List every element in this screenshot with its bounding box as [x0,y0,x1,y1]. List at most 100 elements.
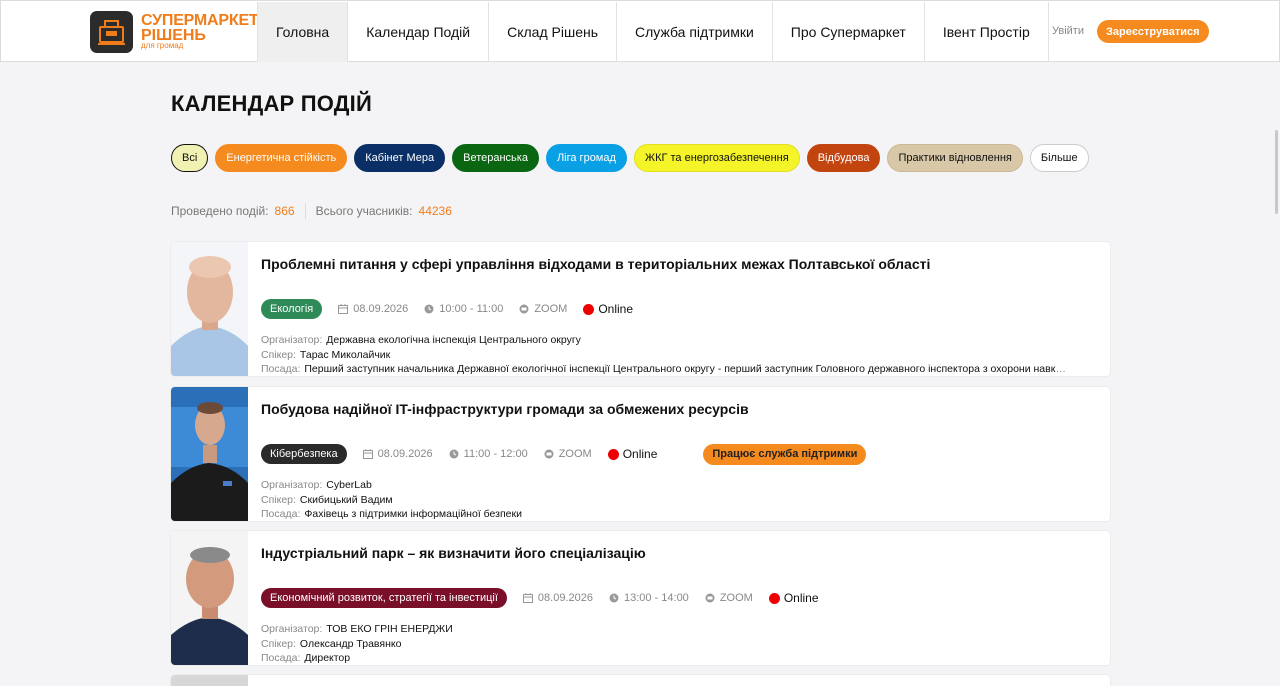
event-date-text: 08.09.2026 [537,592,593,604]
calendar-icon [362,449,373,459]
online-status-icon [768,592,780,604]
participants-count-value: 44236 [418,204,452,218]
event-platform: ZOOM [544,448,592,460]
position-value: Перший заступник начальника Державної ек… [304,363,1071,375]
speaker-label: Спікер: [261,637,296,650]
video-icon [705,593,715,603]
event-mode-text: Online [622,447,658,461]
speaker-value: Тарас Миколайчик [299,348,391,361]
position-value: Фахівець з підтримки інформаційної безпе… [304,508,522,520]
event-meta: Екологія 08.09.2026 10:00 - 11:00 ZOOM O… [261,299,633,319]
event-date-text: 08.09.2026 [353,303,409,315]
organizer-value: CyberLab [326,479,372,491]
event-date-text: 08.09.2026 [377,448,433,460]
event-details: Організатор: CyberLab Спікер: Скибицький В… [261,478,1071,521]
site-logo[interactable]: СУПЕРМАРКЕТ РІШЕНЬ для громад [90,10,260,54]
nav-item-events-calendar[interactable]: Календар Подій [347,2,488,62]
filter-chip-league[interactable]: Ліга громад [545,144,627,172]
speaker-photo [171,387,248,521]
main-nav: Головна Календар Подій Склад Рішень Служ… [257,2,1049,62]
event-mode-text: Online [783,591,819,605]
event-platform-text: ZOOM [534,303,568,315]
event-card[interactable]: Індустріальний парк – як визначити його … [171,531,1110,665]
event-details: Організатор: ТОВ ЕКО ГРІН ЕНЕРДЖИ Спікер:… [261,622,1071,665]
speaker-value: Олександр Травянко [299,637,402,650]
login-link[interactable]: Увійти [1052,25,1084,37]
event-category-tag[interactable]: Екологія [261,299,323,319]
page-scrollbar[interactable] [1273,62,1280,686]
events-count-label: Проведено подій: [171,204,269,218]
event-time: 13:00 - 14:00 [609,592,689,604]
events-count-value: 866 [274,204,295,218]
event-platform: ZOOM [705,592,753,604]
site-header: СУПЕРМАРКЕТ РІШЕНЬ для громад Головна Ка… [0,0,1280,62]
nav-item-event-space[interactable]: Івент Простір [923,2,1049,62]
speaker-label: Спікер: [261,348,296,361]
organizer-value: Державна екологічна інспекція Центрально… [326,334,581,346]
support-badge[interactable]: Працює служба підтримки [703,443,867,465]
filter-chip-veteran[interactable]: Ветеранська [452,144,539,172]
filter-chip-all[interactable]: Всі [171,144,209,172]
organizer-value: ТОВ ЕКО ГРІН ЕНЕРДЖИ [326,623,453,635]
event-time-text: 11:00 - 12:00 [463,448,528,460]
clock-icon [424,304,434,314]
filter-chip-energy[interactable]: Енергетична стійкість [215,144,348,172]
event-meta: Економічний розвиток, стратегії та інвес… [261,588,819,608]
event-time-text: 10:00 - 11:00 [439,303,504,315]
filter-chip-utilities[interactable]: ЖКГ та енергозабезпечення [633,144,800,172]
event-platform: ZOOM [519,303,567,315]
filter-chip-rebuild[interactable]: Відбудова [806,144,881,172]
event-details: Організатор: Державна екологічна інспекці… [261,333,1071,376]
event-mode-text: Online [598,302,633,316]
scrollbar-thumb[interactable] [1275,130,1278,214]
event-mode: Online [583,302,633,316]
video-icon [519,304,529,314]
event-category-tag[interactable]: Економічний розвиток, стратегії та інвес… [261,588,507,608]
filter-chip-more[interactable]: Більше [1029,144,1089,172]
event-card-partial[interactable] [171,675,1110,686]
register-button[interactable]: Зареєструватися [1097,20,1209,43]
cart-logo-icon [90,11,133,53]
event-title[interactable]: Проблемні питання у сфері управління від… [261,256,930,272]
event-category-tag[interactable]: Кібербезпека [261,444,347,464]
clock-icon [449,449,459,459]
position-label: Посада: [261,508,301,520]
event-card[interactable]: Побудова надійної IT-інфраструктури гром… [171,387,1110,521]
event-mode: Online [768,591,819,605]
speaker-photo [171,531,248,665]
online-status-icon [607,448,619,460]
nav-item-solutions[interactable]: Склад Рішень [488,2,616,62]
event-time: 11:00 - 12:00 [449,448,528,460]
position-label: Посада: [261,363,301,375]
video-icon [544,449,554,459]
speaker-photo [171,242,248,376]
organizer-label: Організатор: [261,479,323,491]
event-date: 08.09.2026 [362,448,433,460]
event-platform-text: ZOOM [558,448,592,460]
event-time: 10:00 - 11:00 [424,303,503,315]
nav-item-about[interactable]: Про Супермаркет [771,2,924,62]
category-filters: Всі Енергетична стійкість Кабінет Мера В… [171,144,1089,172]
logo-text-line3: для громад [141,41,184,50]
event-meta: Кібербезпека 08.09.2026 11:00 - 12:00 ZO… [261,443,867,465]
online-status-icon [583,303,595,315]
speaker-label: Спікер: [261,493,296,506]
event-title[interactable]: Побудова надійної IT-інфраструктури гром… [261,401,749,417]
speaker-value: Скибицький Вадим [299,493,393,506]
calendar-icon [522,593,533,603]
filter-chip-recovery[interactable]: Практики відновлення [887,144,1023,172]
event-date: 08.09.2026 [522,592,593,604]
event-card[interactable]: Проблемні питання у сфері управління від… [171,242,1110,376]
nav-item-support[interactable]: Служба підтримки [616,2,772,62]
nav-item-home[interactable]: Головна [257,2,348,62]
speaker-photo [171,675,248,686]
position-label: Посада: [261,652,301,664]
page-title: КАЛЕНДАР ПОДІЙ [171,91,372,116]
calendar-icon [338,304,349,314]
event-title[interactable]: Індустріальний парк – як визначити його … [261,545,646,561]
organizer-label: Організатор: [261,334,323,346]
organizer-label: Організатор: [261,623,323,635]
filter-chip-mayor[interactable]: Кабінет Мера [354,144,446,172]
event-mode: Online [607,447,658,461]
event-platform-text: ZOOM [719,592,753,604]
